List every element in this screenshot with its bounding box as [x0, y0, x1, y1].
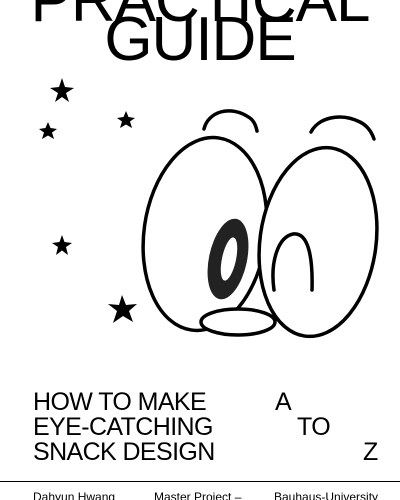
subtitle-left: EYE-CATCHING	[33, 413, 213, 441]
nose	[199, 307, 277, 337]
star-icon	[108, 295, 137, 323]
star-icon	[39, 122, 57, 139]
subtitle-right: A	[275, 388, 292, 416]
star-icon	[52, 235, 72, 255]
divider	[0, 481, 400, 482]
footer-university: Bauhaus-University	[274, 490, 379, 500]
footer-project: Master Project –	[154, 490, 242, 500]
left-eye	[141, 135, 269, 333]
subtitle-left: HOW TO MAKE	[33, 388, 207, 416]
subtitle-right: Z	[363, 438, 378, 466]
right-eyebrow	[309, 115, 376, 141]
left-eyebrow	[202, 109, 259, 133]
illustration	[39, 78, 379, 339]
subtitle-left: SNACK DESIGN	[33, 438, 215, 466]
footer-author: Dahyun Hwang	[33, 490, 116, 500]
poster: PRACTICAL GUIDE HOW TO MAKE A EYE-CATCHI…	[0, 0, 400, 500]
star-icon	[50, 78, 74, 102]
star-icon	[117, 111, 135, 128]
subtitle-right: TO	[297, 413, 331, 441]
